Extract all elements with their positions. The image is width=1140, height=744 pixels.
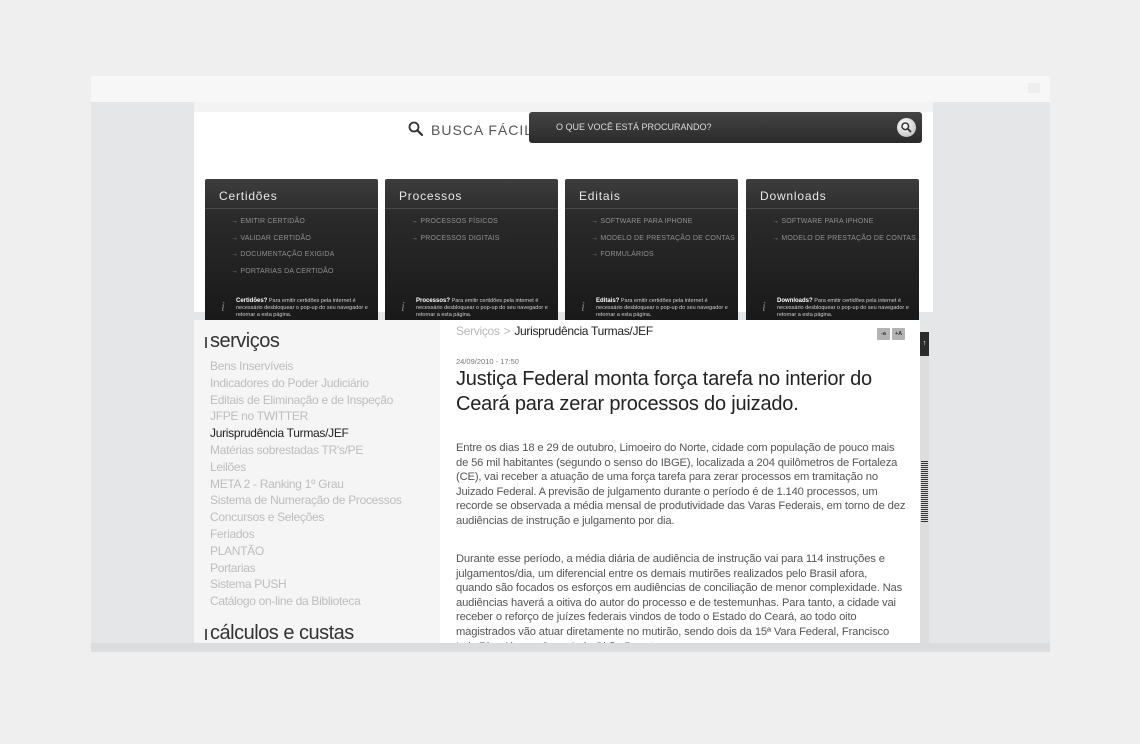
divider (746, 208, 919, 209)
note-title: Editais? (596, 298, 620, 304)
title-bar (205, 629, 207, 640)
note-title: Processos? (416, 298, 451, 304)
menu-item[interactable]: Portarias (210, 560, 402, 577)
breadcrumb-separator: > (503, 324, 511, 338)
services-menu: Bens Inservíveis Indicadores do Poder Ju… (210, 358, 402, 610)
box-title: Editais (579, 189, 621, 203)
info-icon: i (581, 300, 585, 315)
bottom-bar (91, 643, 1050, 652)
box-link[interactable]: → PROCESSOS DIGITAIS (411, 235, 500, 242)
box-link[interactable]: → PORTARIAS DA CERTIDÃO (231, 268, 334, 275)
box-title: Processos (399, 189, 463, 203)
menu-item[interactable]: Concursos e Seleções (210, 509, 402, 526)
note-text: Editais? Para emitir certidões pela inte… (596, 298, 732, 319)
box-link[interactable]: → FORMULÁRIOS (591, 251, 735, 258)
menu-item[interactable]: JFPE no TWITTER (210, 408, 402, 425)
note-text: Downloads? Para emitir certidões pela in… (777, 298, 913, 319)
menu-item[interactable]: Sistema de Numeração de Processos (210, 492, 402, 509)
menu-item[interactable]: Bens Inservíveis (210, 358, 402, 375)
downloads-box: Downloads → SOFTWARE PARA IPHONE → MODEL… (746, 179, 919, 326)
section-title: serviços (205, 330, 280, 353)
box-links: → SOFTWARE PARA IPHONE → MODELO DE PREST… (591, 218, 735, 268)
search-icon (408, 121, 424, 142)
search-label: BUSCA FÁCIL: (431, 122, 538, 138)
scroll-thumb[interactable] (921, 461, 928, 523)
menu-item[interactable]: Sistema PUSH (210, 576, 402, 593)
font-increase-button[interactable]: +A (892, 328, 905, 340)
browser-window: BUSCA FÁCIL: Certidões → EMITIR CERTIDÃO… (91, 76, 1050, 652)
menu-item[interactable]: PLANTÃO (210, 543, 402, 560)
divider (385, 208, 558, 209)
main-content: Serviços > Jurisprudência Turmas/JEF -a +A… (440, 320, 920, 643)
box-link[interactable]: → MODELO DE PRESTAÇÃO DE CONTAS (772, 235, 916, 242)
article-title: Justiça Federal monta força tarefa no in… (456, 368, 872, 415)
box-links: → SOFTWARE PARA IPHONE → MODELO DE PREST… (772, 218, 916, 251)
divider (205, 208, 378, 209)
note-title: Downloads? (777, 298, 813, 304)
browser-toolbar (91, 76, 1050, 102)
info-icon: i (221, 300, 225, 315)
breadcrumb-current: Jurisprudência Turmas/JEF (514, 324, 653, 338)
menu-item[interactable]: Matérias sobrestadas TR's/PE (210, 442, 402, 459)
box-link[interactable]: → PROCESSOS FÍSICOS (411, 218, 500, 225)
search-button[interactable] (897, 118, 916, 137)
magnifier-icon (901, 122, 912, 133)
menu-item[interactable]: Indicadores do Poder Judiciário (210, 375, 402, 392)
toolbar-button[interactable] (1028, 83, 1040, 93)
menu-item[interactable]: META 2 - Ranking 1º Grau (210, 476, 402, 493)
box-link[interactable]: → MODELO DE PRESTAÇÃO DE CONTAS (591, 235, 735, 242)
box-title: Downloads (760, 189, 827, 203)
scroll-up-button[interactable]: ↑ (920, 332, 929, 356)
article-paragraph: Durante esse período, a média diária de … (456, 553, 903, 643)
box-link[interactable]: → VALIDAR CERTIDÃO (231, 235, 334, 242)
divider (565, 208, 738, 209)
box-link[interactable]: → EMITIR CERTIDÃO (231, 218, 334, 225)
box-title: Certidões (219, 189, 278, 203)
menu-item[interactable]: Catálogo on-line da Biblioteca (210, 593, 402, 610)
article-date: 24/09/2010 - 17:50 (456, 357, 519, 366)
box-link[interactable]: → SOFTWARE PARA IPHONE (772, 218, 916, 225)
section-title-text: cálculos e custas (210, 622, 354, 643)
site-header: BUSCA FÁCIL: Certidões → EMITIR CERTIDÃO… (194, 102, 933, 326)
info-icon: i (401, 300, 405, 315)
box-link[interactable]: → SOFTWARE PARA IPHONE (591, 218, 735, 225)
processos-box: Processos → PROCESSOS FÍSICOS → PROCESSO… (385, 179, 558, 326)
article-paragraph: Entre os dias 18 e 29 de outubro, Limoei… (456, 442, 906, 527)
box-links: → EMITIR CERTIDÃO → VALIDAR CERTIDÃO → D… (231, 218, 334, 284)
menu-item[interactable]: Feriados (210, 526, 402, 543)
section-title-text: serviços (210, 330, 280, 352)
certidoes-box: Certidões → EMITIR CERTIDÃO → VALIDAR CE… (205, 179, 378, 326)
menu-item[interactable]: Leilões (210, 459, 402, 476)
breadcrumb: Serviços > Jurisprudência Turmas/JEF (456, 324, 653, 338)
editais-box: Editais → SOFTWARE PARA IPHONE → MODELO … (565, 179, 738, 326)
scrollbar[interactable]: ↑ (920, 332, 929, 643)
note-text: Certidões? Para emitir certidões pela in… (236, 298, 372, 319)
note-title: Certidões? (236, 298, 268, 304)
box-links: → PROCESSOS FÍSICOS → PROCESSOS DIGITAIS (411, 218, 500, 251)
header-strip (194, 102, 933, 112)
box-link[interactable]: → DOCUMENTAÇÃO EXIGIDA (231, 251, 334, 258)
search-bar: BUSCA FÁCIL: (194, 112, 933, 144)
section-title: cálculos e custas (205, 622, 354, 643)
menu-item[interactable]: Editais de Eliminação e de Inspeção (210, 392, 402, 409)
search-input[interactable] (556, 120, 876, 134)
info-icon: i (762, 300, 766, 315)
sidebar: serviços Bens Inservíveis Indicadores do… (194, 320, 440, 643)
font-decrease-button[interactable]: -a (877, 328, 890, 340)
note-text: Processos? Para emitir certidões pela in… (416, 298, 552, 319)
menu-item-active[interactable]: Jurisprudência Turmas/JEF (210, 425, 402, 442)
breadcrumb-root[interactable]: Serviços (456, 324, 500, 338)
title-bar (205, 337, 207, 348)
search-box (529, 112, 922, 143)
